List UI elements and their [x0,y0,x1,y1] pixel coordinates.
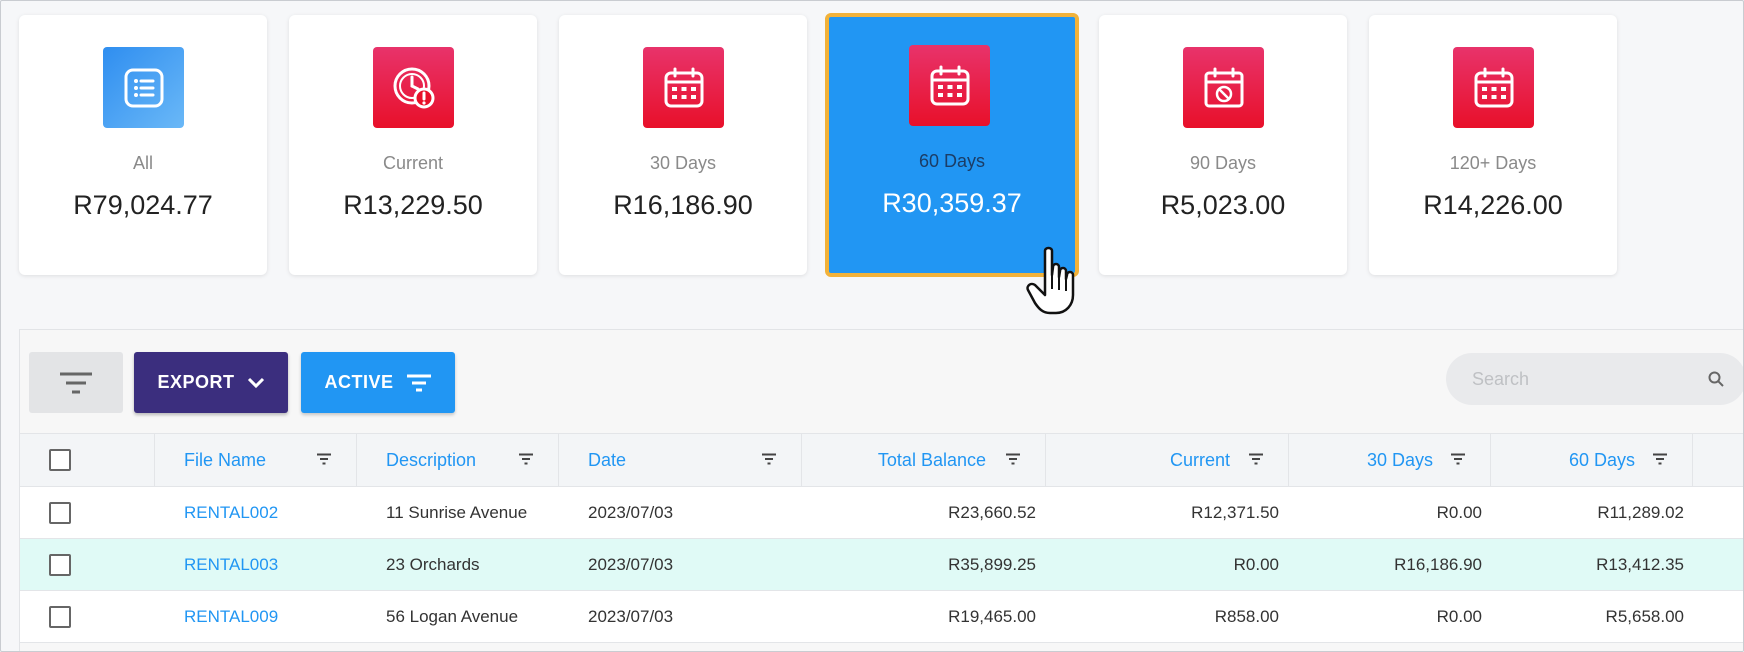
column-filter-icon[interactable] [1006,453,1020,465]
total-balance-cell: R23,660.52 [948,502,1036,522]
card-30-days[interactable]: 30 Days R16,186.90 [559,15,807,275]
search-box[interactable] [1446,353,1743,405]
card-90-days[interactable]: 90 Days R5,023.00 [1099,15,1347,275]
filter-toggle-button[interactable] [29,352,123,413]
total-balance-cell: R35,899.25 [948,554,1036,574]
list-icon [103,47,184,128]
60-days-cell: R11,289.02 [1597,502,1684,522]
card-label: All [132,153,153,173]
col-header-total-balance[interactable]: Total Balance [810,434,986,486]
table-row[interactable]: RENTAL009 56 Logan Avenue 2023/07/03 R19… [20,591,1743,643]
filter-icon [406,374,431,391]
date-cell: 2023/07/03 [588,502,674,522]
column-filter-icon[interactable] [519,453,533,465]
col-header-date[interactable]: Date [588,434,626,486]
accounts-grid-panel: EXPORT ACTIVE File Name Description Date [19,329,1743,651]
card-label: 120+ Days [1449,153,1537,173]
row-checkbox[interactable] [49,553,71,576]
file-name-link[interactable]: RENTAL003 [184,539,278,590]
card-amount: R14,226.00 [1423,190,1563,220]
card-current[interactable]: Current R13,229.50 [289,15,537,275]
card-label: Current [382,153,444,173]
calendar-icon [1453,47,1534,128]
calendar-icon [909,45,990,126]
column-filter-icon[interactable] [317,453,331,465]
current-cell: R0.00 [1233,554,1279,574]
date-cell: 2023/07/03 [588,606,674,626]
column-filter-icon[interactable] [1653,453,1667,465]
card-amount: R30,359.37 [882,188,1022,218]
search-icon[interactable] [1708,371,1724,387]
description-cell: 56 Logan Avenue [386,606,519,626]
filter-icon [60,372,92,393]
table-row[interactable]: RENTAL003 23 Orchards 2023/07/03 R35,899… [20,539,1743,591]
file-name-link[interactable]: RENTAL002 [184,487,278,538]
card-all[interactable]: All R79,024.77 [19,15,267,275]
chevron-down-icon [247,377,264,388]
card-label: 90 Days [1189,153,1257,173]
select-all-cell [49,434,71,486]
calendar-blocked-icon [1183,47,1264,128]
hand-cursor-icon [1025,245,1081,317]
col-header-60-days[interactable]: 60 Days [1499,434,1635,486]
table-row[interactable]: RENTAL002 11 Sunrise Avenue 2023/07/03 R… [20,487,1743,539]
column-filter-icon[interactable] [1249,453,1263,465]
card-amount: R5,023.00 [1160,190,1286,220]
30-days-cell: R16,186.90 [1394,554,1482,574]
table-header-row: File Name Description Date Total Balance… [20,433,1743,487]
date-cell: 2023/07/03 [588,554,674,574]
accounts-table: File Name Description Date Total Balance… [20,433,1743,643]
column-filter-icon[interactable] [762,453,776,465]
description-cell: 11 Sunrise Avenue [386,502,528,522]
30-days-cell: R0.00 [1436,606,1482,626]
total-balance-cell: R19,465.00 [948,606,1036,626]
col-header-file-name[interactable]: File Name [184,434,266,486]
export-button[interactable]: EXPORT [134,352,288,413]
search-input[interactable] [1472,368,1692,390]
60-days-cell: R13,412.35 [1596,554,1684,574]
card-amount: R79,024.77 [73,190,213,220]
col-header-current[interactable]: Current [1054,434,1230,486]
clock-alert-icon [373,47,454,128]
col-header-30-days[interactable]: 30 Days [1297,434,1433,486]
current-cell: R12,371.50 [1191,502,1279,522]
active-label: ACTIVE [324,372,394,392]
card-120-plus-days[interactable]: 120+ Days R14,226.00 [1369,15,1617,275]
card-amount: R13,229.50 [343,190,483,220]
file-name-link[interactable]: RENTAL009 [184,591,278,642]
active-filter-button[interactable]: ACTIVE [301,352,455,413]
row-checkbox[interactable] [49,501,71,524]
description-cell: 23 Orchards [386,554,480,574]
card-amount: R16,186.90 [613,190,753,220]
card-label: 60 Days [918,151,986,171]
col-header-description[interactable]: Description [386,434,476,486]
app-frame: All R79,024.77 Current R13,229.50 30 Day… [0,0,1744,652]
export-label: EXPORT [157,372,235,392]
current-cell: R858.00 [1214,606,1279,626]
select-all-checkbox[interactable] [49,449,71,471]
card-60-days[interactable]: 60 Days R30,359.37 [825,13,1079,277]
30-days-cell: R0.00 [1436,502,1482,522]
card-label: 30 Days [649,153,717,173]
row-checkbox[interactable] [49,605,71,628]
column-filter-icon[interactable] [1451,453,1465,465]
calendar-icon [643,47,724,128]
60-days-cell: R5,658.00 [1605,606,1684,626]
